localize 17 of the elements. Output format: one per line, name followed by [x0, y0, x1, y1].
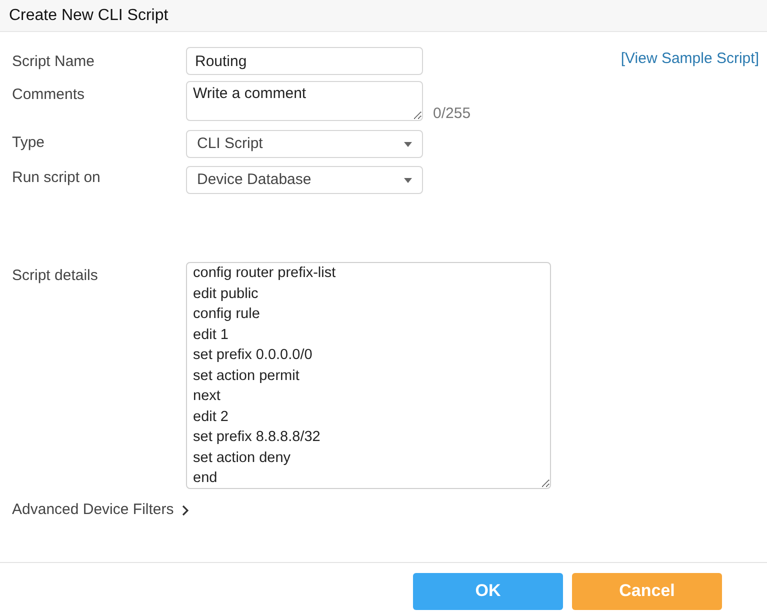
caret-icon	[404, 178, 412, 182]
chevron-icon	[182, 504, 189, 516]
field-label: Comments	[12, 85, 86, 105]
field-label: Run script on	[12, 168, 102, 188]
script-name-field[interactable]: Routing	[186, 47, 423, 75]
advanced-device-filters-toggle[interactable]: Advanced Device Filters	[12, 499, 189, 522]
field-label: Script Name	[12, 52, 96, 72]
script-details-field[interactable]: config router prefix-list edit public config rule edit 1 set prefix 0.0.0.0/0 set action permit next edit 2 set prefix 8.8.8.8/32 set action deny end	[186, 262, 551, 489]
dropdown[interactable]: Device Database	[186, 166, 423, 194]
caret-icon	[404, 142, 412, 146]
window-title: Create New CLI Script	[9, 6, 168, 26]
view-sample-script-link[interactable]: [View Sample Script]	[620, 47, 759, 70]
field-label: Script details	[12, 266, 99, 286]
character-counter: 0/255	[433, 104, 471, 124]
field-label: Type	[12, 132, 46, 153]
comments-field[interactable]: Write a comment	[186, 81, 423, 121]
dropdown[interactable]: CLI Script	[186, 130, 423, 158]
